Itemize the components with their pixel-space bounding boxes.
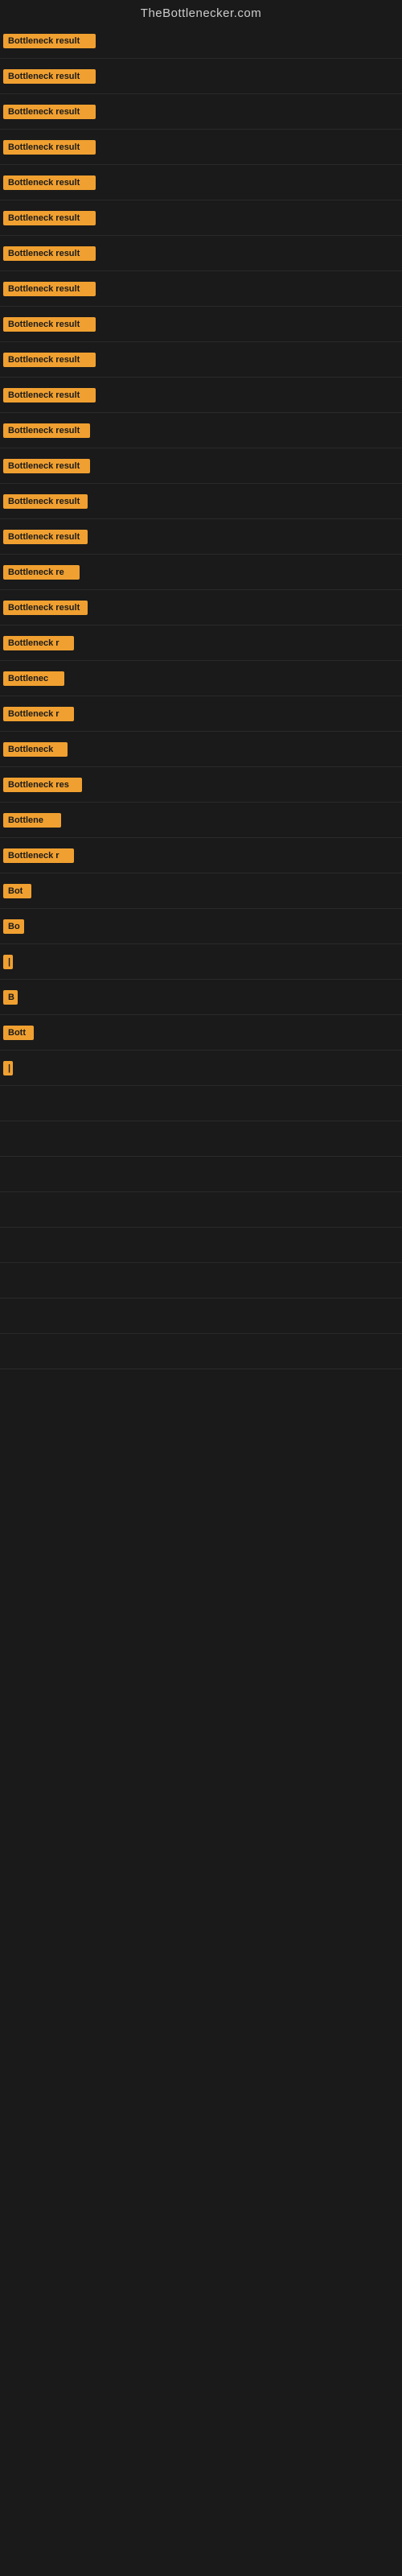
list-item: Bottleneck result — [0, 165, 402, 200]
list-item: Bottleneck result — [0, 307, 402, 342]
bottleneck-result-bar[interactable]: | — [3, 955, 13, 969]
list-item — [0, 1298, 402, 1334]
bottleneck-result-bar[interactable]: Bo — [3, 919, 24, 934]
list-item: | — [0, 944, 402, 980]
list-item: Bottleneck result — [0, 130, 402, 165]
list-item: Bottleneck res — [0, 767, 402, 803]
bottleneck-result-bar[interactable]: | — [3, 1061, 13, 1075]
list-item: Bottleneck result — [0, 94, 402, 130]
list-item: Bo — [0, 909, 402, 944]
list-item: Bottleneck r — [0, 625, 402, 661]
list-item: Bott — [0, 1015, 402, 1051]
bottleneck-result-bar[interactable]: Bottleneck result — [3, 69, 96, 84]
list-item — [0, 1192, 402, 1228]
list-item: Bottleneck result — [0, 378, 402, 413]
list-item: Bottleneck result — [0, 342, 402, 378]
list-item: Bottleneck — [0, 732, 402, 767]
bottleneck-result-bar[interactable]: Bottleneck result — [3, 459, 90, 473]
bottleneck-result-bar[interactable]: Bottlene — [3, 813, 61, 828]
bottleneck-result-bar[interactable]: Bottleneck result — [3, 140, 96, 155]
list-item: Bottleneck result — [0, 590, 402, 625]
list-item — [0, 1228, 402, 1263]
list-item — [0, 1086, 402, 1121]
list-item: | — [0, 1051, 402, 1086]
list-item: Bottlene — [0, 803, 402, 838]
list-item — [0, 1334, 402, 1369]
bottleneck-result-bar[interactable]: B — [3, 990, 18, 1005]
bottleneck-result-bar[interactable]: Bottleneck re — [3, 565, 80, 580]
list-item: Bottleneck result — [0, 23, 402, 59]
list-item — [0, 1121, 402, 1157]
bottleneck-result-bar[interactable]: Bottleneck result — [3, 282, 96, 296]
list-item: Bot — [0, 873, 402, 909]
bottleneck-result-bar[interactable]: Bottleneck — [3, 742, 68, 757]
list-item: Bottleneck result — [0, 519, 402, 555]
bottleneck-result-bar[interactable]: Bottleneck r — [3, 636, 74, 650]
list-item: B — [0, 980, 402, 1015]
list-item: Bottleneck r — [0, 838, 402, 873]
bottleneck-result-bar[interactable]: Bottleneck result — [3, 494, 88, 509]
list-item: Bottleneck result — [0, 484, 402, 519]
bottleneck-result-bar[interactable]: Bott — [3, 1026, 34, 1040]
bottleneck-result-bar[interactable]: Bottleneck r — [3, 707, 74, 721]
bottleneck-result-bar[interactable]: Bot — [3, 884, 31, 898]
bottleneck-result-bar[interactable]: Bottleneck result — [3, 423, 90, 438]
bottleneck-result-bar[interactable]: Bottleneck r — [3, 848, 74, 863]
list-item: Bottleneck result — [0, 448, 402, 484]
bottleneck-result-bar[interactable]: Bottleneck result — [3, 246, 96, 261]
list-item — [0, 1157, 402, 1192]
bottleneck-result-bar[interactable]: Bottleneck result — [3, 530, 88, 544]
list-item: Bottleneck result — [0, 200, 402, 236]
list-item: Bottleneck result — [0, 271, 402, 307]
list-item: Bottleneck result — [0, 236, 402, 271]
bottleneck-result-bar[interactable]: Bottleneck result — [3, 211, 96, 225]
list-item: Bottlenec — [0, 661, 402, 696]
bottleneck-result-bar[interactable]: Bottleneck result — [3, 388, 96, 402]
bottleneck-result-bar[interactable]: Bottleneck result — [3, 601, 88, 615]
bottleneck-result-bar[interactable]: Bottleneck result — [3, 175, 96, 190]
bottleneck-result-bar[interactable]: Bottleneck res — [3, 778, 82, 792]
list-item — [0, 1263, 402, 1298]
list-item: Bottleneck r — [0, 696, 402, 732]
site-title: TheBottlenecker.com — [0, 0, 402, 23]
bottleneck-result-bar[interactable]: Bottleneck result — [3, 34, 96, 48]
list-item: Bottleneck result — [0, 59, 402, 94]
list-item: Bottleneck re — [0, 555, 402, 590]
bottleneck-result-bar[interactable]: Bottleneck result — [3, 105, 96, 119]
list-item: Bottleneck result — [0, 413, 402, 448]
bottleneck-result-bar[interactable]: Bottleneck result — [3, 317, 96, 332]
bottleneck-result-bar[interactable]: Bottlenec — [3, 671, 64, 686]
bottleneck-result-bar[interactable]: Bottleneck result — [3, 353, 96, 367]
